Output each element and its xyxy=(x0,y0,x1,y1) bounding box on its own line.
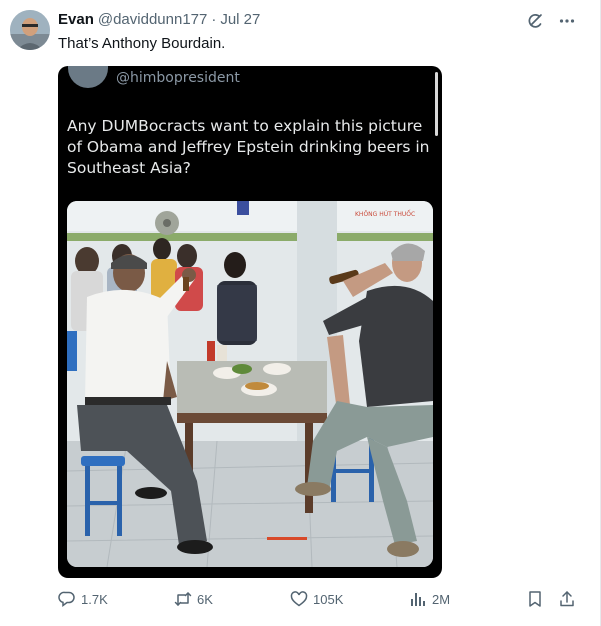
tweet-text: That’s Anthony Bourdain. xyxy=(58,35,226,52)
reply-count: 1.7K xyxy=(81,591,108,607)
share-icon xyxy=(560,591,574,607)
views-button[interactable]: 2M xyxy=(409,590,450,608)
more-icon[interactable] xyxy=(558,12,576,30)
like-count: 105K xyxy=(313,591,344,607)
bookmark-button[interactable] xyxy=(526,590,544,608)
views-count: 2M xyxy=(432,591,451,607)
action-bar: 1.7K 6K 105K 2M xyxy=(58,590,588,612)
author-handle[interactable]: @daviddunn177 xyxy=(98,11,207,28)
quoted-screenshot[interactable]: @himbopresident Any DUMBocracts want to … xyxy=(58,66,442,578)
repost-button[interactable]: 6K xyxy=(174,590,213,608)
like-button[interactable]: 105K xyxy=(290,590,343,608)
author-avatar[interactable] xyxy=(10,10,50,50)
quoted-avatar xyxy=(68,66,108,88)
views-icon xyxy=(411,593,425,606)
wall-sign: KHÔNG HÚT THUỐC xyxy=(355,210,415,218)
bookmark-icon xyxy=(529,591,541,607)
tweet-date[interactable]: Jul 27 xyxy=(220,11,260,28)
tweet[interactable]: Evan @daviddunn177 · Jul 27 That’s Antho… xyxy=(0,0,601,626)
restaurant-photo[interactable]: KHÔNG HÚT THUỐC xyxy=(67,201,433,567)
header-separator: · xyxy=(211,11,217,28)
heart-icon xyxy=(290,591,308,607)
grok-icon[interactable] xyxy=(526,12,544,30)
quoted-text: Any DUMBocracts want to explain this pic… xyxy=(67,117,430,177)
author-name[interactable]: Evan xyxy=(58,11,94,28)
reply-button[interactable]: 1.7K xyxy=(58,590,108,608)
reply-icon xyxy=(58,591,75,607)
tweet-header: Evan @daviddunn177 · Jul 27 xyxy=(58,11,260,28)
quoted-handle: @himbopresident xyxy=(116,70,240,86)
tweet-top-icons xyxy=(526,12,576,30)
repost-count: 6K xyxy=(197,591,213,607)
repost-icon xyxy=(174,592,192,606)
share-button[interactable] xyxy=(558,590,576,608)
card-scrollbar xyxy=(435,72,438,136)
